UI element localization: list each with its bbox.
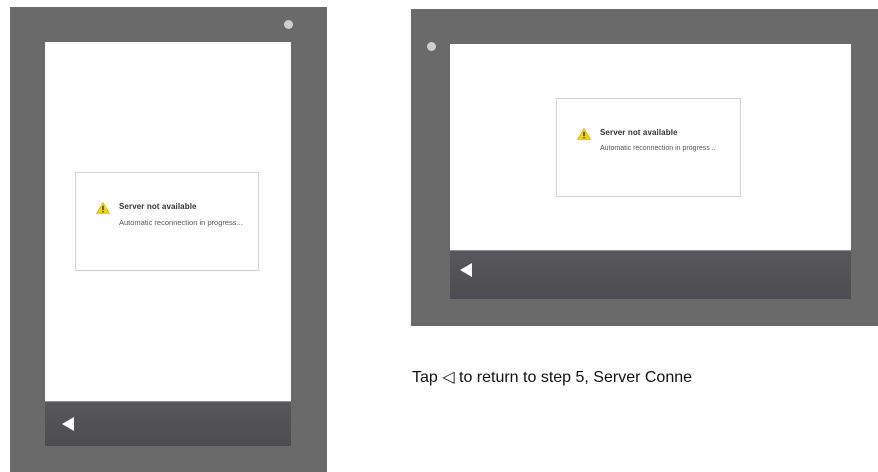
dialog-message: Automatic reconnection in progress... <box>119 218 243 227</box>
stage: Server not available Automatic reconnect… <box>0 0 878 472</box>
status-led <box>427 42 436 51</box>
server-unavailable-dialog: Server not available Automatic reconnect… <box>556 98 741 197</box>
screen: Server not available Automatic reconnect… <box>450 44 851 299</box>
dialog-title: Server not available <box>600 128 678 137</box>
status-led <box>284 20 293 29</box>
device-portrait: Server not available Automatic reconnect… <box>10 7 327 472</box>
dialog-message: Automatic reconnection in progress .. <box>600 145 716 152</box>
device-landscape: Server not available Automatic reconnect… <box>411 9 878 326</box>
screen: Server not available Automatic reconnect… <box>45 42 291 446</box>
server-unavailable-dialog: Server not available Automatic reconnect… <box>75 172 259 271</box>
navigation-bar <box>450 250 851 299</box>
warning-icon <box>577 128 591 140</box>
navigation-bar <box>45 401 291 446</box>
warning-icon <box>96 202 110 214</box>
back-arrow-icon[interactable] <box>460 263 472 277</box>
dialog-title: Server not available <box>119 202 197 211</box>
instruction-caption: Tap ◁ to return to step 5, Server Conne <box>412 369 693 386</box>
back-arrow-icon[interactable] <box>62 417 74 431</box>
